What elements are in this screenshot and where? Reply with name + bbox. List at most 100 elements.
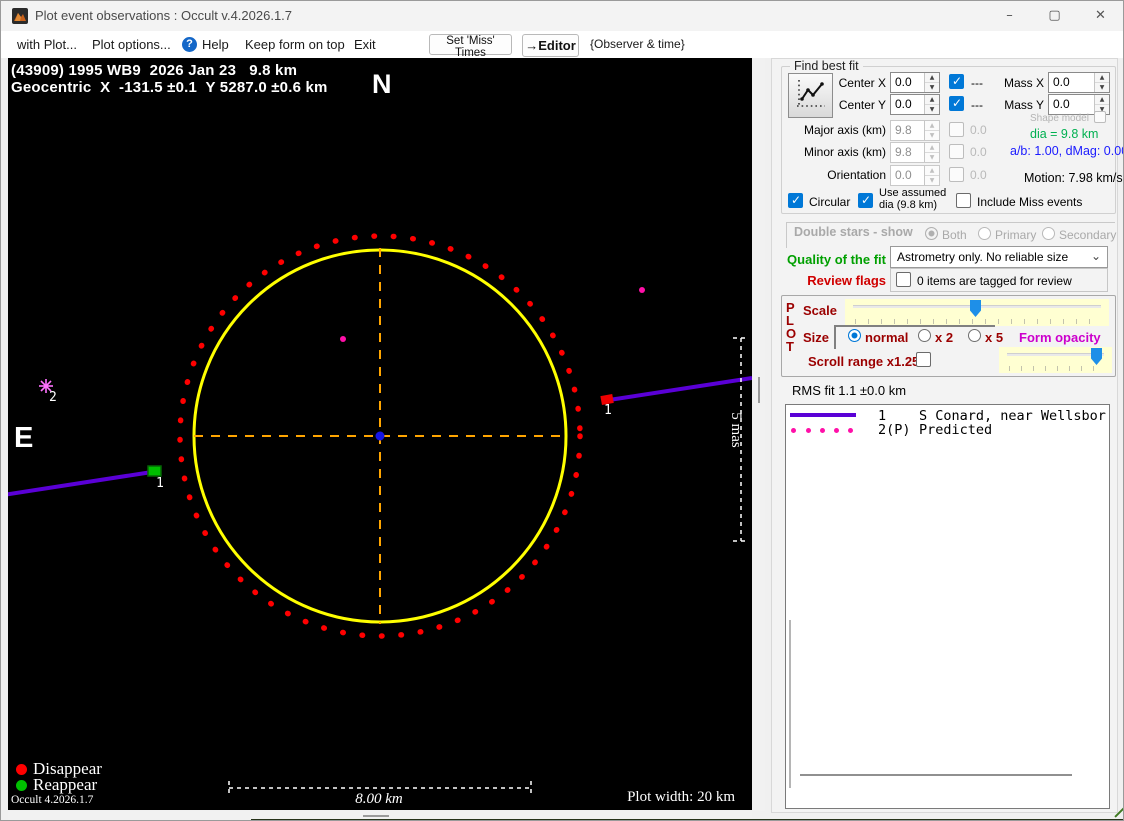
menu-keep-on-top[interactable]: Keep form on top [245, 31, 345, 58]
listbox-separator [800, 774, 1072, 776]
reappear-legend-dot [16, 780, 27, 791]
center-x-spinner[interactable]: ▲ ▼ [924, 73, 939, 92]
review-flags-label: Review flags [807, 273, 886, 288]
double-stars-primary-label: Primary [995, 228, 1037, 242]
mass-y-label: Mass Y [1004, 98, 1044, 112]
fit-minor-axis-checkbox [949, 144, 964, 159]
major-axis-field: 9.8 ▲ ▼ [890, 120, 940, 141]
spin-down-icon: ▼ [925, 131, 939, 140]
close-icon[interactable]: ✕ [1078, 1, 1123, 31]
quality-of-fit-label: Quality of the fit [787, 252, 886, 267]
size-x2-radio[interactable] [918, 329, 931, 342]
app-icon [12, 8, 28, 24]
mass-x-field[interactable]: 0.0 ▲ ▼ [1048, 72, 1110, 93]
reappear-marker [147, 465, 162, 477]
center-x-label: Center X [838, 76, 886, 90]
fit-center-x-checkbox[interactable] [949, 74, 964, 89]
find-best-fit-title: Find best fit [790, 59, 863, 73]
diameter-value-label: dia = 9.8 km [1030, 127, 1099, 141]
menu-exit[interactable]: Exit [354, 31, 376, 58]
chord1-post-event-segment [8, 470, 153, 497]
spin-up-icon[interactable]: ▲ [1095, 95, 1109, 105]
menu-plot-options[interactable]: Plot options... [92, 31, 171, 58]
reappear-marker-label: 1 [156, 476, 164, 491]
orientation-err: 0.0 [970, 168, 987, 182]
form-opacity-slider-thumb[interactable] [1091, 348, 1102, 365]
scale-slider-thumb[interactable] [970, 300, 981, 317]
size-normal-label: normal [865, 330, 909, 345]
spin-up-icon[interactable]: ▲ [1095, 73, 1109, 83]
plot-vertical-scrollbar[interactable] [753, 58, 765, 811]
scroll-range-label: Scroll range x1.25 [808, 354, 920, 369]
use-assumed-dia-checkbox[interactable] [858, 193, 873, 208]
disappear-legend-dot [16, 764, 27, 775]
scale-slider[interactable] [845, 299, 1109, 326]
menu-with-plot[interactable]: with Plot... [17, 31, 77, 58]
editor-button[interactable]: →Editor [522, 34, 579, 57]
control-panel: Find best fit Center X 0.0▲▼ --- Mass X … [771, 58, 1123, 813]
observations-listbox[interactable]: 1 S Conard, near Wellsbor 2(P) Predicted [785, 404, 1110, 809]
chord1-line-swatch [790, 413, 856, 417]
fit-center-y-checkbox[interactable] [949, 96, 964, 111]
quality-of-fit-dropdown[interactable]: Astrometry only. No reliable size ⌄ [890, 246, 1108, 268]
review-flags-checkbox[interactable] [896, 272, 911, 287]
spin-down-icon: ▼ [925, 153, 939, 162]
form-opacity-label: Form opacity [1019, 330, 1101, 345]
plot-letter-t: T [786, 339, 794, 354]
motion-label: Motion: 7.98 km/s [1024, 171, 1123, 185]
center-x-field[interactable]: 0.0 ▲ ▼ [890, 72, 940, 93]
set-miss-times-button[interactable]: Set 'Miss' Times [429, 34, 512, 59]
menu-help[interactable]: Help [202, 31, 229, 58]
size-x5-radio[interactable] [968, 329, 981, 342]
major-axis-label: Major axis (km) [803, 123, 886, 137]
legend-reappear: Reappear [16, 775, 97, 795]
center-y-label: Center Y [838, 98, 886, 112]
size-normal-radio[interactable] [848, 329, 861, 342]
center-x-flag: --- [971, 76, 983, 90]
mass-x-spinner[interactable]: ▲ ▼ [1094, 73, 1109, 92]
title-bar: Plot event observations : Occult v.4.202… [1, 1, 1123, 31]
spin-up-icon: ▲ [925, 166, 939, 176]
observer-name: Predicted [919, 422, 993, 438]
center-y-field[interactable]: 0.0 ▲ ▼ [890, 94, 940, 115]
double-stars-title: Double stars - show [794, 225, 913, 239]
app-window: Plot event observations : Occult v.4.202… [0, 0, 1124, 821]
orientation-label: Orientation [827, 168, 886, 182]
occultation-plot-canvas[interactable]: 5 mas (43909) 1995 WB9 2026 Jan 23 9.8 k… [8, 58, 752, 810]
plot-horizontal-scrollbar-thumb[interactable] [363, 815, 389, 817]
listbox-scroll-line [789, 620, 791, 788]
spin-up-icon[interactable]: ▲ [925, 95, 939, 105]
plot-version-label: Occult 4.2026.1.7 [11, 794, 94, 806]
circular-checkbox[interactable] [788, 193, 803, 208]
east-direction-label: E [14, 422, 34, 454]
include-miss-events-checkbox[interactable] [956, 193, 971, 208]
major-axis-err: 0.0 [970, 123, 987, 137]
scroll-range-checkbox[interactable] [916, 352, 931, 367]
spin-down-icon[interactable]: ▼ [925, 105, 939, 114]
form-opacity-slider-ticks [1009, 366, 1104, 371]
center-y-spinner[interactable]: ▲ ▼ [924, 95, 939, 114]
plot-vertical-scrollbar-thumb[interactable] [758, 377, 760, 403]
form-opacity-slider[interactable] [999, 347, 1112, 373]
fit-orientation-checkbox [949, 167, 964, 182]
circular-label: Circular [809, 195, 851, 209]
plot-header-line1: (43909) 1995 WB9 2026 Jan 23 9.8 km [11, 62, 298, 79]
scale-label: Scale [803, 303, 837, 318]
spin-up-icon: ▲ [925, 143, 939, 153]
spin-down-icon[interactable]: ▼ [925, 83, 939, 92]
spin-down-icon[interactable]: ▼ [1095, 83, 1109, 92]
shape-model-label: Shape model [1030, 113, 1089, 124]
mas-scale-label: 5 mas [728, 412, 744, 448]
minimize-icon[interactable]: – [987, 1, 1032, 31]
minor-axis-err: 0.0 [970, 145, 987, 159]
observation-number: 2(P) [878, 422, 911, 438]
spin-up-icon[interactable]: ▲ [925, 73, 939, 83]
double-stars-secondary-label: Secondary [1059, 228, 1117, 242]
spin-up-icon: ▲ [925, 121, 939, 131]
mass-x-label: Mass X [1003, 76, 1044, 90]
maximize-icon[interactable]: ▢ [1032, 1, 1077, 31]
center-marker [375, 431, 385, 441]
chord1-pre-event-segment [608, 376, 752, 402]
plot-header-line2: Geocentric X -131.5 ±0.1 Y 5287.0 ±0.6 k… [11, 79, 328, 96]
form-opacity-slider-track[interactable] [1007, 353, 1104, 356]
